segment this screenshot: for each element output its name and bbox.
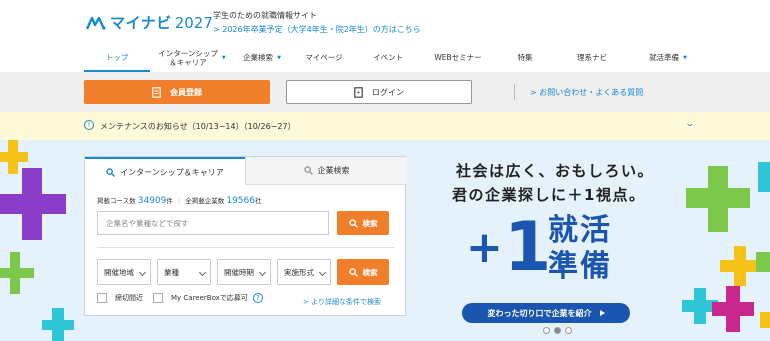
nav-internship-career[interactable]: インターンシップ ＆キャリア ▼: [152, 44, 232, 72]
action-divider: [514, 84, 515, 100]
carousel-dot-active[interactable]: [554, 327, 561, 334]
hero-cta-button[interactable]: 変わった切り口で企業を紹介: [462, 303, 630, 323]
hero-plus-mark: +: [466, 222, 503, 273]
search-icon: [348, 218, 358, 228]
course-count: 34909: [137, 196, 167, 206]
chevron-down-icon: [198, 268, 207, 277]
company-count: 19566: [226, 196, 255, 206]
advanced-search-link[interactable]: > より詳細な条件で検索: [303, 297, 381, 307]
maintenance-notice[interactable]: メンテナンスのお知らせ（10/13−14）（10/26−27）: [100, 121, 296, 132]
site-logo[interactable]: マイナビ 2027: [86, 12, 213, 33]
logo-text: マイナビ: [110, 14, 172, 32]
format-select[interactable]: 実施形式: [277, 259, 331, 285]
tab-company-search[interactable]: 企業検索: [245, 157, 407, 185]
main-nav: トップ インターンシップ ＆キャリア ▼ 企業検索 ▼ マイページ イベント WEB…: [0, 44, 770, 72]
nav-web-seminar[interactable]: WEBセミナー: [424, 44, 492, 72]
login-button[interactable]: ログイン: [286, 80, 472, 104]
help-icon[interactable]: ?: [252, 293, 263, 303]
nav-rikei[interactable]: 理系ナビ: [562, 44, 622, 72]
chevron-down-icon: [138, 268, 147, 277]
hero-slogan-line1: 社会は広く、おもしろい。: [456, 162, 655, 180]
nav-company-search[interactable]: 企業検索 ▼: [228, 44, 296, 72]
carousel-dot[interactable]: [565, 327, 572, 334]
closing-soon-checkbox[interactable]: 締切間近: [97, 293, 143, 303]
period-select[interactable]: 開催時期: [217, 259, 271, 285]
careerbox-checkbox[interactable]: My CareerBoxで応募可 ?: [153, 293, 263, 303]
search-panel: インターンシップ＆キャリア 企業検索 掲載コース数 34909件 | 全掲載企業…: [84, 156, 407, 316]
nav-mypage[interactable]: マイページ: [296, 44, 352, 72]
hero-kanji-top: 就活: [548, 213, 612, 248]
logo-year: 2027: [174, 13, 213, 32]
login-door-icon: [354, 86, 363, 98]
filter-search-button[interactable]: 検索: [337, 259, 389, 285]
register-button[interactable]: 会員登録: [84, 80, 270, 104]
mynavi-logo-icon: [86, 16, 106, 30]
graduation-2026-link[interactable]: > 2026年卒業予定（大学4年生・院2年生）の方はこちら: [213, 24, 421, 35]
search-icon: [106, 167, 116, 177]
contact-faq-link[interactable]: > お問い合わせ・よくある質問: [530, 87, 643, 98]
panel-divider: [97, 247, 395, 248]
site-tagline: 学生のための就職情報サイト: [213, 11, 317, 20]
search-icon: [303, 166, 313, 175]
dropdown-caret-icon: ▼: [683, 54, 687, 61]
nav-job-prep[interactable]: 就活準備 ▼: [636, 44, 700, 72]
decorative-crosses-right: [682, 162, 770, 332]
nav-feature[interactable]: 特集: [500, 44, 550, 72]
play-arrow-icon: [599, 310, 605, 316]
chevron-down-icon[interactable]: ⌄: [684, 119, 695, 129]
nav-top[interactable]: トップ: [84, 44, 150, 72]
dropdown-caret-icon: ▼: [221, 54, 226, 61]
chevron-down-icon: [318, 268, 327, 277]
listing-counts: 掲載コース数 34909件 | 全掲載企業数 19566社: [97, 196, 262, 206]
chevron-down-icon: [258, 268, 267, 277]
keyword-search-input[interactable]: 企業名や業種などで探す: [97, 211, 329, 235]
search-icon: [348, 267, 358, 277]
tab-internship-career[interactable]: インターンシップ＆キャリア: [85, 157, 245, 185]
decorative-crosses-left: [0, 140, 74, 341]
region-select[interactable]: 開催地域: [97, 259, 151, 285]
carousel-dots: [543, 327, 572, 334]
hero-slogan-line2: 君の企業探しに＋1視点。: [452, 186, 646, 204]
nav-event[interactable]: イベント: [360, 44, 416, 72]
industry-select[interactable]: 業種: [157, 259, 211, 285]
register-doc-icon: [152, 86, 161, 98]
hero-one-mark: 1: [504, 208, 552, 287]
keyword-search-button[interactable]: 検索: [337, 211, 389, 235]
info-icon: !: [84, 120, 94, 130]
carousel-dot[interactable]: [543, 327, 550, 334]
dropdown-caret-icon: ▼: [277, 54, 281, 61]
hero-kanji-bottom: 準備: [548, 249, 612, 284]
